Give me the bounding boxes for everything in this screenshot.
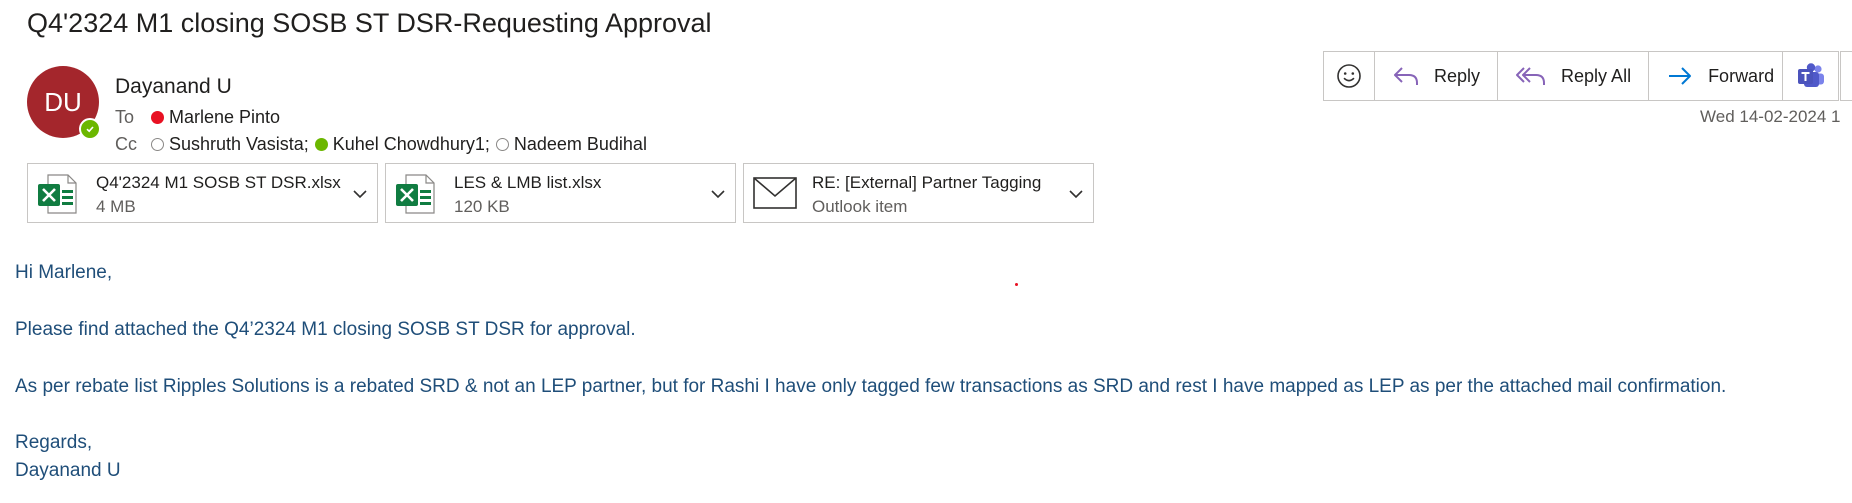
body-signature: Dayanand U xyxy=(15,460,121,481)
attachment-card[interactable]: LES & LMB list.xlsx 120 KB xyxy=(385,163,736,223)
message-actions-toolbar: Reply Reply All Forward xyxy=(1323,51,1793,101)
reply-all-button[interactable]: Reply All xyxy=(1498,52,1650,100)
forward-button[interactable]: Forward xyxy=(1649,52,1791,100)
cc-label: Cc xyxy=(115,133,137,154)
reactions-button[interactable] xyxy=(1324,52,1375,100)
attachment-card[interactable]: Q4'2324 M1 SOSB ST DSR.xlsx 4 MB xyxy=(27,163,378,223)
attachment-size: Outlook item xyxy=(812,197,908,216)
recipient-name: Marlene Pinto xyxy=(169,106,281,127)
stray-mark xyxy=(1015,283,1018,286)
sent-timestamp: Wed 14-02-2024 1 xyxy=(1700,107,1841,126)
presence-busy-icon xyxy=(151,110,164,124)
attachment-card[interactable]: RE: [External] Partner Tagging Outlook i… xyxy=(743,163,1094,223)
recipient-cc[interactable]: Kuhel Chowdhury1; xyxy=(314,133,490,155)
presence-available-icon xyxy=(79,118,101,140)
reply-icon xyxy=(1394,67,1418,85)
recipient-name: Sushruth Vasista; xyxy=(169,133,309,154)
attachment-name: RE: [External] Partner Tagging xyxy=(812,173,1042,192)
more-actions-button[interactable] xyxy=(1840,51,1852,101)
avatar-initials: DU xyxy=(44,86,82,117)
body-greeting: Hi Marlene, xyxy=(15,262,113,283)
body-paragraph: Please find attached the Q4’2324 M1 clos… xyxy=(15,319,636,340)
recipient-cc[interactable]: Nadeem Budihal xyxy=(495,133,647,155)
body-closing: Regards, xyxy=(15,432,93,453)
chevron-down-icon[interactable] xyxy=(711,186,725,204)
recipient-cc[interactable]: Sushruth Vasista; xyxy=(151,134,309,155)
attachment-name: LES & LMB list.xlsx xyxy=(454,173,602,192)
forward-arrow-icon xyxy=(1669,67,1692,85)
chevron-down-icon[interactable] xyxy=(353,186,367,204)
presence-offline-icon xyxy=(495,137,509,151)
to-row: To Marlene Pinto xyxy=(115,106,286,128)
sender-name[interactable]: Dayanand U xyxy=(115,75,232,99)
email-subject: Q4'2324 M1 closing SOSB ST DSR-Requestin… xyxy=(27,8,712,38)
forward-label: Forward xyxy=(1708,65,1775,86)
presence-offline-icon xyxy=(151,137,164,151)
excel-icon xyxy=(394,172,438,221)
teams-icon xyxy=(1797,63,1824,87)
recipient-name: Kuhel Chowdhury1; xyxy=(332,133,490,154)
body-paragraph: As per rebate list Ripples Solutions is … xyxy=(15,376,1727,397)
attachment-size: 4 MB xyxy=(96,197,136,216)
reply-label: Reply xyxy=(1434,65,1481,86)
reply-button[interactable]: Reply xyxy=(1375,52,1499,100)
teams-button[interactable] xyxy=(1782,51,1839,101)
chevron-down-icon[interactable] xyxy=(1069,186,1083,204)
recipient-to[interactable]: Marlene Pinto xyxy=(151,107,280,128)
attachment-size: 120 KB xyxy=(454,197,510,216)
presence-available-icon xyxy=(314,137,328,151)
envelope-icon xyxy=(752,174,798,217)
reply-all-label: Reply All xyxy=(1561,65,1632,86)
reply-all-icon xyxy=(1516,67,1546,85)
excel-icon xyxy=(36,172,80,221)
to-label: To xyxy=(115,106,135,127)
smiley-icon xyxy=(1337,64,1361,88)
recipient-name: Nadeem Budihal xyxy=(513,133,647,154)
cc-row: Cc Sushruth Vasista; Kuhel Chowdhury1; N… xyxy=(115,133,653,155)
email-reading-pane: Q4'2324 M1 closing SOSB ST DSR-Requestin… xyxy=(0,0,1852,503)
attachment-name: Q4'2324 M1 SOSB ST DSR.xlsx xyxy=(96,173,341,192)
